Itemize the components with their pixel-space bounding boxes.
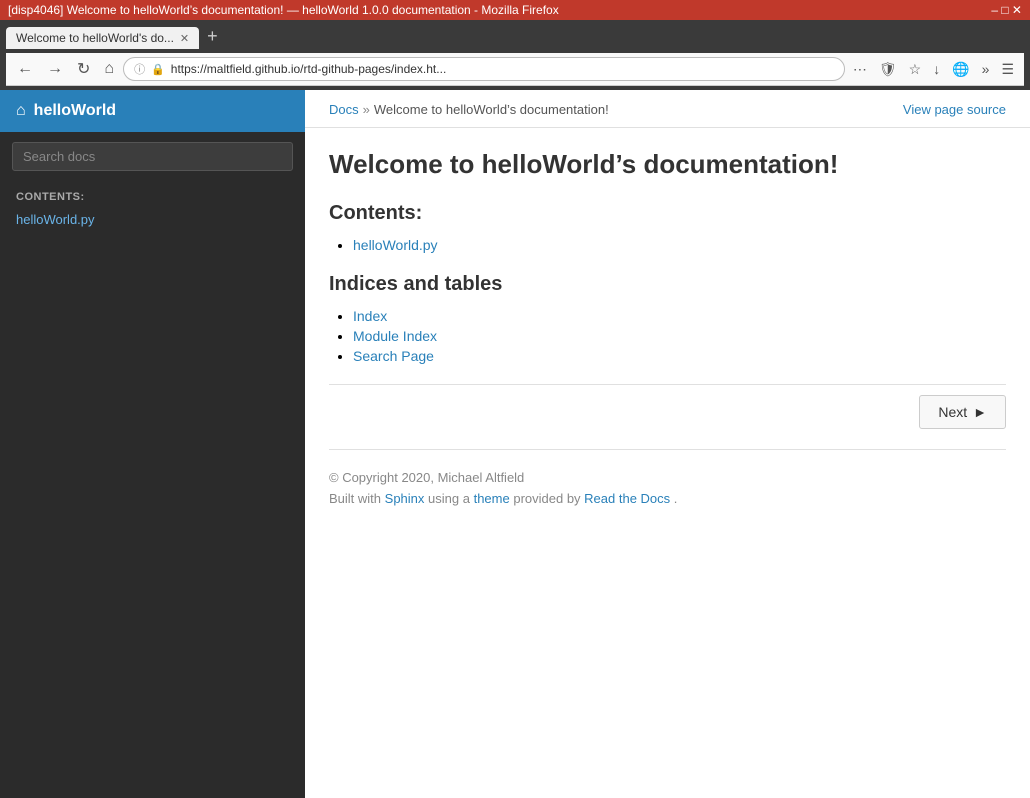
index-link[interactable]: Index bbox=[353, 308, 387, 324]
search-input[interactable] bbox=[12, 142, 293, 171]
sidebar-contents-label: CONTENTS: bbox=[0, 181, 305, 207]
home-icon: ⌂ bbox=[16, 102, 26, 120]
footer-built-suffix: provided by bbox=[513, 491, 584, 506]
tab-bar: Welcome to helloWorld's do... ✕ + bbox=[6, 24, 1024, 49]
breadcrumb: Docs » Welcome to helloWorld’s documenta… bbox=[329, 102, 609, 117]
nav-actions: ⋯ 🛡 ☆ ↓ 🌐 » ☰ bbox=[849, 59, 1018, 80]
helloworld-link[interactable]: helloWorld.py bbox=[353, 237, 438, 253]
theme-link[interactable]: theme bbox=[474, 491, 510, 506]
sidebar: ⌂ helloWorld CONTENTS: helloWorld.py bbox=[0, 90, 305, 798]
breadcrumb-separator: » bbox=[363, 102, 370, 117]
footer-period: . bbox=[674, 491, 678, 506]
hamburger-menu[interactable]: ☰ bbox=[997, 59, 1018, 80]
url-bar[interactable]: ⓘ 🔒 https://maltfield.github.io/rtd-gith… bbox=[123, 57, 845, 81]
next-button[interactable]: Next ► bbox=[919, 395, 1006, 429]
nav-footer: Next ► bbox=[329, 384, 1006, 449]
info-icon: ⓘ bbox=[134, 61, 145, 77]
overflow-button[interactable]: » bbox=[978, 59, 994, 79]
rtd-link[interactable]: Read the Docs bbox=[584, 491, 670, 506]
view-source-link[interactable]: View page source bbox=[903, 102, 1006, 117]
forward-button[interactable]: → bbox=[42, 58, 68, 80]
search-page-link[interactable]: Search Page bbox=[353, 348, 434, 364]
footer-built-middle: using a bbox=[428, 491, 474, 506]
download-button[interactable]: ↓ bbox=[929, 59, 944, 79]
indices-heading: Indices and tables bbox=[329, 273, 1006, 296]
tab-close-button[interactable]: ✕ bbox=[180, 32, 189, 45]
browser-tab[interactable]: Welcome to helloWorld's do... ✕ bbox=[6, 27, 199, 49]
sidebar-title: helloWorld bbox=[34, 102, 116, 120]
doc-content: Welcome to helloWorld’s documentation! C… bbox=[305, 128, 1030, 546]
breadcrumb-bar: Docs » Welcome to helloWorld’s documenta… bbox=[305, 90, 1030, 128]
pocket-button[interactable]: 🛡 bbox=[875, 59, 901, 80]
list-item: Search Page bbox=[353, 348, 1006, 364]
lock-icon: 🔒 bbox=[151, 63, 165, 76]
sidebar-item-helloworld[interactable]: helloWorld.py bbox=[0, 207, 305, 232]
page-title: Welcome to helloWorld’s documentation! bbox=[329, 148, 1006, 182]
doc-footer: © Copyright 2020, Michael Altfield Built… bbox=[329, 449, 1006, 516]
tab-title: Welcome to helloWorld's do... bbox=[16, 31, 174, 45]
list-item: helloWorld.py bbox=[353, 237, 1006, 253]
footer-built: Built with Sphinx using a theme provided… bbox=[329, 491, 1006, 506]
breadcrumb-docs-link[interactable]: Docs bbox=[329, 102, 359, 117]
browser-chrome: Welcome to helloWorld's do... ✕ + ← → ↻ … bbox=[0, 20, 1030, 90]
sphinx-link[interactable]: Sphinx bbox=[385, 491, 425, 506]
main-layout: ⌂ helloWorld CONTENTS: helloWorld.py Doc… bbox=[0, 90, 1030, 798]
list-item: Module Index bbox=[353, 328, 1006, 344]
bookmark-button[interactable]: ☆ bbox=[905, 59, 926, 80]
title-bar-text: [disp4046] Welcome to helloWorld’s docum… bbox=[8, 3, 559, 17]
list-item: Index bbox=[353, 308, 1006, 324]
next-arrow-icon: ► bbox=[973, 404, 987, 420]
back-button[interactable]: ← bbox=[12, 58, 38, 80]
contents-heading: Contents: bbox=[329, 202, 1006, 225]
more-button[interactable]: ⋯ bbox=[849, 59, 871, 80]
title-bar-controls[interactable]: – □ ✕ bbox=[991, 3, 1022, 17]
footer-built-prefix: Built with bbox=[329, 491, 381, 506]
nav-bar: ← → ↻ ⌂ ⓘ 🔒 https://maltfield.github.io/… bbox=[6, 53, 1024, 86]
module-index-link[interactable]: Module Index bbox=[353, 328, 437, 344]
next-label: Next bbox=[938, 404, 967, 420]
url-text: https://maltfield.github.io/rtd-github-p… bbox=[171, 62, 834, 76]
indices-list: Index Module Index Search Page bbox=[329, 308, 1006, 364]
contents-list: helloWorld.py bbox=[329, 237, 1006, 253]
new-tab-button[interactable]: + bbox=[201, 24, 224, 49]
reload-button[interactable]: ↻ bbox=[72, 57, 95, 81]
copyright-text: © Copyright 2020, Michael Altfield bbox=[329, 470, 1006, 485]
breadcrumb-current: Welcome to helloWorld’s documentation! bbox=[374, 102, 609, 117]
home-button[interactable]: ⌂ bbox=[99, 58, 119, 80]
title-bar: [disp4046] Welcome to helloWorld’s docum… bbox=[0, 0, 1030, 20]
extension-button-1[interactable]: 🌐 bbox=[948, 59, 973, 80]
sidebar-header: ⌂ helloWorld bbox=[0, 90, 305, 132]
content-area: Docs » Welcome to helloWorld’s documenta… bbox=[305, 90, 1030, 798]
